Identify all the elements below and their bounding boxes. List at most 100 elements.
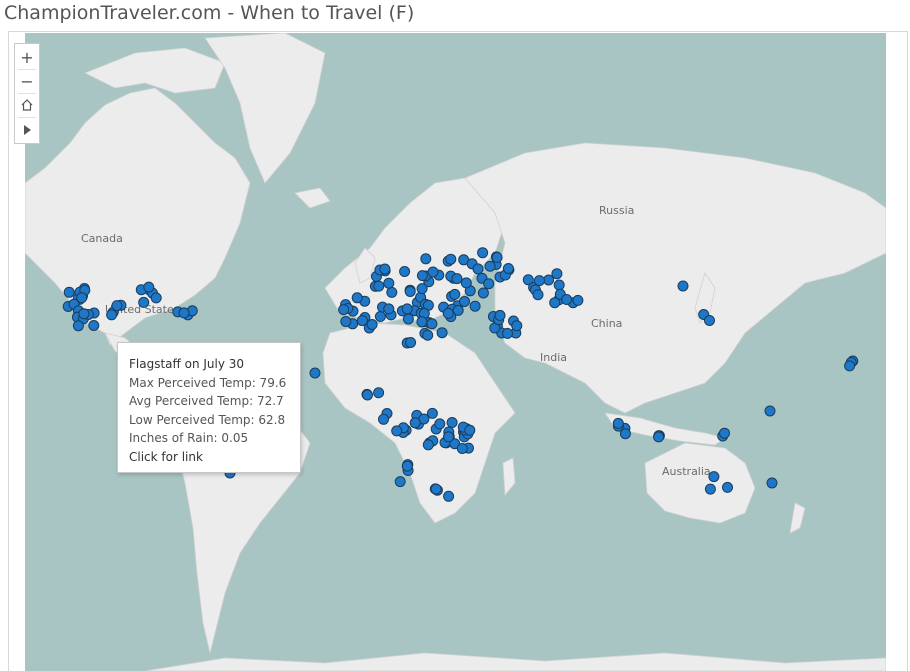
play-button[interactable] — [15, 118, 39, 142]
location-marker[interactable] — [553, 279, 565, 291]
location-marker[interactable] — [434, 418, 446, 430]
location-marker[interactable] — [704, 483, 716, 495]
location-marker[interactable] — [138, 296, 150, 308]
zoom-out-button[interactable]: − — [15, 69, 39, 93]
location-marker[interactable] — [477, 287, 489, 299]
location-marker[interactable] — [111, 300, 123, 312]
location-marker[interactable] — [76, 292, 88, 304]
location-marker[interactable] — [456, 443, 468, 454]
location-marker[interactable] — [442, 307, 454, 319]
location-marker[interactable] — [483, 278, 495, 290]
location-marker[interactable] — [178, 307, 190, 319]
location-marker[interactable] — [106, 309, 118, 321]
location-marker[interactable] — [502, 327, 513, 339]
location-marker[interactable] — [719, 427, 730, 439]
location-marker[interactable] — [420, 253, 432, 265]
location-marker[interactable] — [386, 286, 398, 298]
location-marker[interactable] — [72, 320, 84, 332]
location-marker[interactable] — [561, 294, 573, 305]
location-marker[interactable] — [766, 477, 778, 489]
location-marker[interactable] — [704, 315, 715, 326]
location-marker[interactable] — [394, 476, 406, 488]
location-marker[interactable] — [443, 490, 455, 502]
location-marker[interactable] — [502, 263, 514, 274]
location-marker[interactable] — [416, 316, 428, 328]
location-marker[interactable] — [436, 327, 448, 339]
location-marker[interactable] — [78, 308, 90, 320]
location-marker[interactable] — [484, 260, 496, 272]
location-marker[interactable] — [351, 292, 363, 304]
label-china: China — [591, 317, 622, 330]
location-marker[interactable] — [464, 424, 476, 436]
home-icon — [21, 99, 33, 111]
location-marker[interactable] — [402, 313, 414, 325]
location-marker[interactable] — [459, 296, 470, 307]
location-marker[interactable] — [722, 481, 733, 493]
label-australia: Australia — [662, 465, 711, 478]
location-marker[interactable] — [401, 303, 413, 315]
tooltip-low-temp: Low Perceived Temp: 62.8 — [129, 412, 286, 427]
location-marker[interactable] — [416, 270, 428, 282]
location-marker[interactable] — [449, 288, 461, 300]
tooltip-link[interactable]: Click for link — [129, 448, 289, 467]
location-marker[interactable] — [378, 413, 389, 425]
location-marker[interactable] — [401, 460, 413, 472]
location-marker[interactable] — [532, 289, 544, 301]
location-marker[interactable] — [511, 320, 523, 332]
location-marker[interactable] — [427, 266, 439, 278]
location-marker[interactable] — [677, 280, 689, 292]
tooltip-max-temp: Max Perceived Temp: 79.6 — [129, 375, 287, 390]
location-marker[interactable] — [446, 417, 458, 428]
location-marker[interactable] — [445, 253, 457, 265]
location-marker[interactable] — [430, 483, 442, 495]
location-marker[interactable] — [383, 277, 395, 289]
location-marker[interactable] — [88, 320, 100, 331]
map-controls: + − — [14, 43, 40, 144]
location-marker[interactable] — [150, 292, 162, 304]
location-marker[interactable] — [391, 425, 403, 437]
location-marker[interactable] — [340, 316, 352, 327]
location-marker[interactable] — [338, 304, 350, 316]
location-marker[interactable] — [416, 283, 428, 295]
location-marker[interactable] — [422, 439, 434, 451]
location-marker[interactable] — [451, 273, 463, 285]
location-marker[interactable] — [533, 275, 545, 287]
location-marker[interactable] — [399, 266, 411, 277]
home-button[interactable] — [15, 93, 39, 117]
location-marker[interactable] — [356, 315, 368, 327]
location-marker[interactable] — [309, 367, 321, 379]
location-marker[interactable] — [612, 417, 624, 429]
location-marker[interactable] — [708, 471, 720, 483]
location-marker[interactable] — [543, 274, 555, 286]
location-marker[interactable] — [494, 309, 506, 321]
location-marker[interactable] — [362, 389, 373, 401]
tooltip-title: Flagstaff on July 30 — [129, 357, 245, 371]
location-marker[interactable] — [477, 247, 489, 259]
location-marker[interactable] — [551, 268, 563, 280]
location-marker[interactable] — [472, 263, 484, 275]
location-marker[interactable] — [373, 280, 385, 292]
location-marker[interactable] — [374, 311, 386, 322]
location-marker[interactable] — [469, 300, 481, 312]
location-marker[interactable] — [764, 405, 776, 417]
location-marker[interactable] — [491, 251, 503, 263]
location-tooltip: Flagstaff on July 30 Max Perceived Temp:… — [117, 342, 301, 473]
location-marker[interactable] — [443, 431, 454, 443]
location-marker[interactable] — [653, 431, 665, 443]
location-marker[interactable] — [63, 286, 75, 298]
zoom-in-button[interactable]: + — [15, 45, 39, 69]
location-marker[interactable] — [422, 329, 434, 341]
location-marker[interactable] — [844, 360, 856, 372]
location-marker[interactable] — [373, 387, 385, 399]
location-marker[interactable] — [143, 281, 155, 293]
location-marker[interactable] — [460, 277, 472, 289]
location-marker[interactable] — [572, 294, 584, 306]
label-russia: Russia — [599, 204, 634, 217]
location-marker[interactable] — [426, 318, 438, 330]
location-marker[interactable] — [409, 417, 421, 429]
location-marker[interactable] — [379, 263, 391, 275]
location-marker[interactable] — [405, 337, 417, 348]
location-marker[interactable] — [404, 286, 416, 297]
label-india: India — [540, 351, 567, 364]
location-marker[interactable] — [383, 303, 395, 315]
